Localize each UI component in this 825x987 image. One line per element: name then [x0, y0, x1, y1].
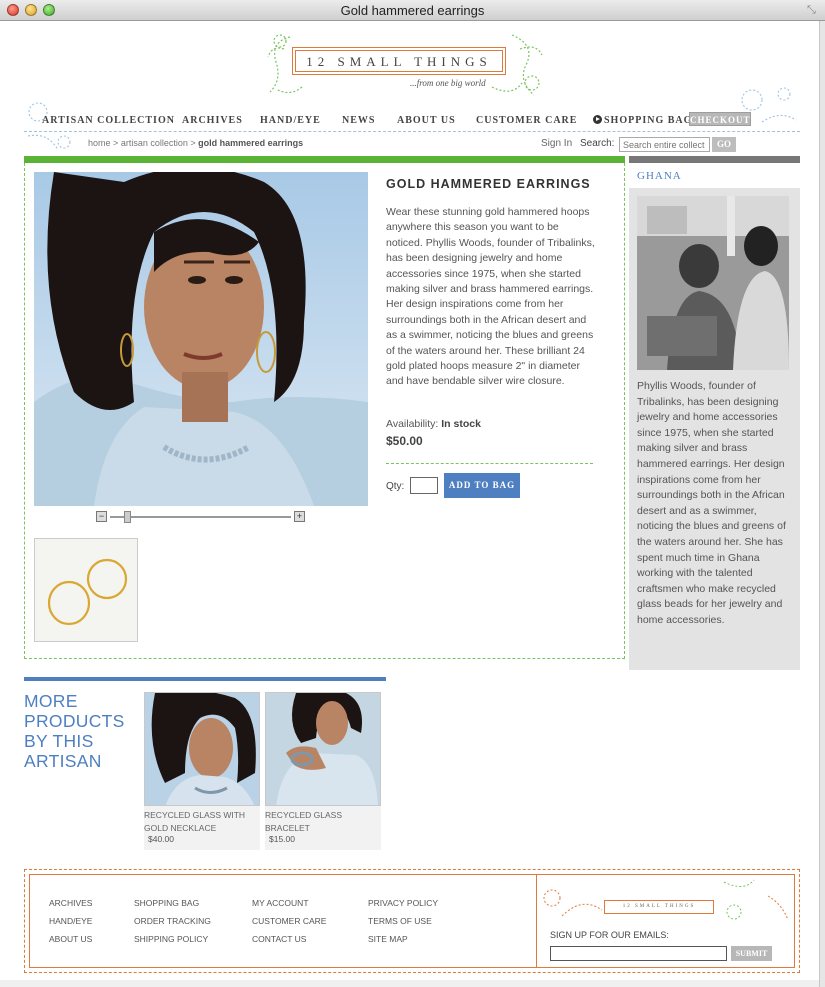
related-product-name[interactable]: RECYCLED GLASS WITH GOLD NECKLACE [144, 809, 260, 834]
footer-link-archives[interactable]: ARCHIVES [49, 898, 92, 908]
nav-archives[interactable]: ARCHIVES [182, 115, 243, 126]
sidebar-header-bar [629, 156, 800, 163]
resize-icon[interactable]: ⤡ [807, 4, 819, 16]
footer-logo[interactable]: 12 SMALL THINGS [604, 900, 714, 914]
bracelet-model-image [266, 693, 380, 805]
woman-portrait-illustration [34, 172, 368, 506]
footer-link-order-tracking[interactable]: ORDER TRACKING [134, 916, 211, 926]
product-price: $50.00 [386, 434, 423, 448]
footer-link-shipping-policy[interactable]: SHIPPING POLICY [134, 934, 208, 944]
newsletter-email-input[interactable] [550, 946, 727, 961]
footer-link-privacy-policy[interactable]: PRIVACY POLICY [368, 898, 438, 908]
nav-shopping-bag[interactable]: SHOPPING BAG [604, 115, 692, 126]
footer-link-site-map[interactable]: SITE MAP [368, 934, 408, 944]
window-edge [819, 21, 825, 987]
nav-news[interactable]: NEWS [342, 115, 375, 126]
product-thumbnail[interactable] [34, 538, 138, 642]
product-divider [386, 463, 593, 464]
more-products-title: MORE PRODUCTS BY THIS ARTISAN [24, 691, 125, 771]
nav-hand-eye[interactable]: HAND/EYE [260, 115, 321, 126]
logo-frame: 12 SMALL THINGS [292, 47, 506, 75]
availability: Availability: In stock [386, 418, 481, 430]
footer-divider [536, 874, 537, 968]
product-header-bar [24, 156, 625, 163]
availability-label: Availability: [386, 418, 439, 430]
nav-artisan-collection[interactable]: ARTISAN COLLECTION [42, 115, 175, 126]
related-product-name[interactable]: RECYCLED GLASS BRACELET [265, 809, 381, 834]
zoom-in-button[interactable]: + [294, 511, 305, 522]
qty-input[interactable] [410, 477, 438, 494]
breadcrumb-collection[interactable]: artisan collection [121, 138, 188, 148]
logo-text: 12 SMALL THINGS [306, 54, 492, 69]
search-label: Search: [580, 138, 615, 149]
window-title: Gold hammered earrings [340, 3, 485, 18]
related-product-image[interactable] [265, 692, 381, 806]
add-to-bag-button[interactable]: ADD TO BAG [444, 473, 520, 498]
qty-label: Qty: [386, 481, 405, 492]
footer-link-customer-care[interactable]: CUSTOMER CARE [252, 916, 326, 926]
sidebar-title: GHANA [637, 170, 682, 182]
checkout-button[interactable]: CHECKOUT [689, 112, 751, 126]
breadcrumb-separator: > [190, 138, 196, 148]
sign-in-link[interactable]: Sign In [541, 138, 572, 149]
breadcrumb-current: gold hammered earrings [198, 138, 304, 148]
availability-status: In stock [441, 418, 481, 430]
related-product-price: $40.00 [148, 834, 174, 844]
site-logo[interactable]: 12 SMALL THINGS ...from one big world [262, 27, 552, 107]
zoom-track[interactable] [110, 516, 291, 518]
window-bottom-edge [0, 980, 819, 987]
search-input[interactable] [619, 137, 710, 152]
breadcrumb-home[interactable]: home [88, 138, 111, 148]
footer-link-hand-eye[interactable]: HAND/EYE [49, 916, 92, 926]
zoom-out-button[interactable]: − [96, 511, 107, 522]
breadcrumb: home > artisan collection > gold hammere… [88, 138, 303, 148]
footer-link-about-us[interactable]: ABOUT US [49, 934, 92, 944]
logo-tagline: ...from one big world [410, 78, 486, 88]
related-product-image[interactable] [144, 692, 260, 806]
search-go-button[interactable]: GO [712, 137, 736, 152]
related-product-card[interactable]: RECYCLED GLASS BRACELET $15.00 [265, 692, 381, 850]
more-products-rule [24, 677, 386, 681]
related-product-price: $15.00 [269, 834, 295, 844]
earrings-thumbnail-image [47, 558, 128, 626]
nav-about-us[interactable]: ABOUT US [397, 115, 456, 126]
product-title: GOLD HAMMERED EARRINGS [386, 177, 591, 191]
window-titlebar: Gold hammered earrings ⤡ [0, 0, 825, 21]
zoom-handle[interactable] [123, 511, 131, 523]
product-main-image[interactable] [34, 172, 368, 506]
related-product-card[interactable]: RECYCLED GLASS WITH GOLD NECKLACE $40.00 [144, 692, 260, 850]
newsletter-label: SIGN UP FOR OUR EMAILS: [550, 930, 669, 940]
necklace-model-image [145, 693, 259, 805]
footer-link-shopping-bag[interactable]: SHOPPING BAG [134, 898, 199, 908]
footer-link-my-account[interactable]: MY ACCOUNT [252, 898, 309, 908]
zoom-slider[interactable]: − + [96, 511, 305, 523]
artisan-photo [637, 196, 789, 370]
breadcrumb-separator: > [113, 138, 119, 148]
newsletter-submit-button[interactable]: SUBMIT [731, 946, 772, 961]
nav-customer-care[interactable]: CUSTOMER CARE [476, 115, 577, 126]
product-description: Wear these stunning gold hammered hoops … [386, 206, 595, 388]
footer-link-contact-us[interactable]: CONTACT US [252, 934, 306, 944]
play-arrow-icon [593, 115, 602, 124]
sidebar-text: Phyllis Woods, founder of Tribalinks, ha… [637, 380, 786, 626]
footer-link-terms-of-use[interactable]: TERMS OF USE [368, 916, 432, 926]
main-nav: ARTISAN COLLECTION ARCHIVES HAND/EYE NEW… [24, 110, 800, 132]
market-scene-photo [637, 196, 789, 370]
